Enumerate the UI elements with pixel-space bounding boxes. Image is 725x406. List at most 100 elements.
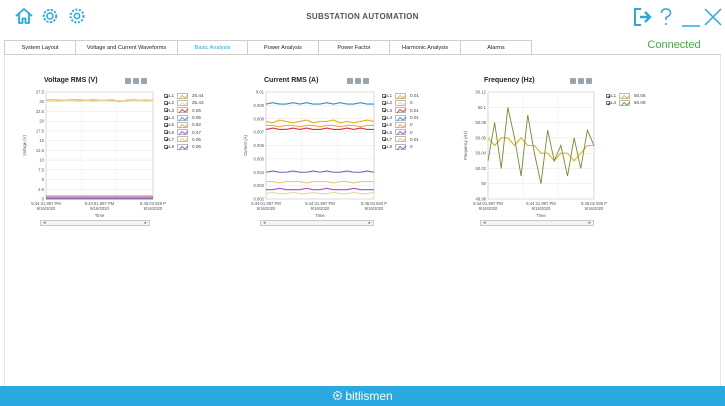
- legend-item[interactable]: L1 25.44: [164, 92, 216, 99]
- legend-swatch-icon: [177, 107, 189, 114]
- y-tick-label: 0.003: [254, 183, 265, 188]
- chart-scrollbar[interactable]: ◂ ▸: [480, 220, 594, 226]
- legend-item[interactable]: L4 0.05: [164, 114, 216, 121]
- legend-swatch-icon: [177, 129, 189, 136]
- close-icon[interactable]: [702, 6, 724, 28]
- y-tick-label: 50.08: [476, 120, 487, 125]
- x-tick-label: 9/16/2020: [585, 206, 604, 211]
- y-tick-label: 0.009: [254, 103, 265, 108]
- legend-item[interactable]: L6 0.47: [164, 128, 216, 136]
- legend-value: 0.01: [410, 136, 419, 142]
- legend-swatch-icon: [177, 136, 189, 143]
- y-tick-label: 5: [42, 177, 45, 182]
- legend-swatch-icon: [177, 143, 189, 151]
- tab-voltage-current-waveforms[interactable]: Voltage and Current Waveforms: [75, 40, 178, 55]
- x-axis-label: Time: [95, 213, 105, 218]
- legend-item[interactable]: L2 0: [382, 99, 434, 107]
- legend-item[interactable]: L7 0.01: [382, 136, 434, 143]
- legend-item[interactable]: L7 0.05: [164, 136, 216, 143]
- chart-legend: L1 50.05 L4 50.05: [606, 92, 658, 107]
- legend-item[interactable]: L5 0: [382, 121, 434, 129]
- legend-checkbox[interactable]: [164, 100, 168, 105]
- legend-checkbox[interactable]: [164, 108, 168, 113]
- legend-item[interactable]: L8 0.06: [164, 143, 216, 151]
- minimize-icon[interactable]: [680, 6, 702, 28]
- legend-label: L3: [387, 107, 393, 113]
- tab-basic-analysis[interactable]: Basic Analysis: [177, 40, 248, 55]
- tab-power-factor[interactable]: Power Factor: [318, 40, 390, 55]
- legend-item[interactable]: L8 0: [382, 143, 434, 151]
- x-tick-label: 9/16/2020: [257, 206, 276, 211]
- chart-legend: L1 0.01 L2 0 L3 0.01 L4 0.01 L5 0 L6 0 L7 0.01 L8 0: [382, 92, 434, 151]
- y-tick-label: 7.5: [38, 167, 44, 172]
- legend-item[interactable]: L3 0.01: [382, 107, 434, 114]
- legend-checkbox[interactable]: [606, 100, 610, 105]
- legend-item[interactable]: L3 0.06: [164, 107, 216, 114]
- legend-item[interactable]: L4 0.01: [382, 114, 434, 121]
- legend-label: L4: [387, 115, 393, 121]
- legend-checkbox[interactable]: [164, 144, 168, 149]
- y-tick-label: 0.007: [254, 130, 265, 135]
- scroll-left-icon[interactable]: ◂: [43, 221, 46, 226]
- scroll-right-icon[interactable]: ▸: [368, 221, 371, 226]
- voltage-rms-chart: Voltage RMS (V) 27.5 25 22.5 20 17.5 15 12.5 10 7…: [12, 77, 212, 232]
- legend-label: L8: [387, 144, 393, 150]
- tab-bar: System Layout Voltage and Current Wavefo…: [4, 40, 532, 55]
- legend-value: 25.44: [192, 93, 204, 99]
- legend-checkbox[interactable]: [164, 122, 168, 127]
- legend-label: L1: [611, 93, 617, 99]
- logout-icon[interactable]: [632, 6, 654, 28]
- legend-checkbox[interactable]: [382, 144, 386, 149]
- legend-checkbox[interactable]: [382, 100, 386, 105]
- legend-checkbox[interactable]: [164, 137, 168, 142]
- legend-swatch-icon: [395, 114, 407, 121]
- legend-checkbox[interactable]: [164, 115, 168, 120]
- y-tick-label: 15: [39, 138, 44, 143]
- legend-item[interactable]: L1 50.05: [606, 92, 658, 99]
- tab-alarms[interactable]: Alarms: [460, 40, 532, 55]
- y-tick-label: 22.5: [36, 109, 45, 114]
- legend-value: 50.05: [634, 100, 646, 106]
- legend-value: 25.43: [192, 100, 204, 106]
- x-tick-label: 9/16/2020: [365, 206, 384, 211]
- x-tick-label: 9/16/2020: [90, 206, 109, 211]
- legend-value: 0.06: [192, 107, 201, 113]
- legend-swatch-icon: [395, 143, 407, 151]
- legend-checkbox[interactable]: [164, 93, 168, 98]
- chart-scrollbar[interactable]: ◂ ▸: [40, 220, 150, 226]
- legend-checkbox[interactable]: [382, 122, 386, 127]
- legend-checkbox[interactable]: [382, 108, 386, 113]
- legend-checkbox[interactable]: [606, 93, 610, 98]
- tab-power-analysis[interactable]: Power Analysis: [247, 40, 319, 55]
- help-icon[interactable]: [655, 6, 677, 28]
- scroll-right-icon[interactable]: ▸: [588, 221, 591, 226]
- legend-label: L1: [169, 93, 175, 99]
- tab-system-layout[interactable]: System Layout: [4, 40, 76, 55]
- legend-checkbox[interactable]: [382, 115, 386, 120]
- scroll-right-icon[interactable]: ▸: [144, 221, 147, 226]
- y-axis-label: Current (A): [243, 135, 248, 156]
- legend-checkbox[interactable]: [382, 93, 386, 98]
- legend-label: L6: [169, 129, 175, 135]
- scroll-left-icon[interactable]: ◂: [483, 221, 486, 226]
- chart-scrollbar[interactable]: ◂ ▸: [260, 220, 374, 226]
- chart-legend: L1 25.44 L2 25.43 L3 0.06 L4 0.05 L5 0.82 L6 0.47 L7…: [164, 92, 216, 151]
- legend-item[interactable]: L1 0.01: [382, 92, 434, 99]
- tab-harmonic-analysis[interactable]: Harmonic Analysis: [389, 40, 461, 55]
- scroll-left-icon[interactable]: ◂: [263, 221, 266, 226]
- y-tick-label: 12.5: [36, 148, 45, 153]
- y-tick-label: 0.005: [254, 156, 265, 161]
- y-tick-label: 0.01: [256, 90, 265, 95]
- legend-label: L6: [387, 129, 393, 135]
- x-tick-label: 9/16/2020: [311, 206, 330, 211]
- legend-item[interactable]: L2 25.43: [164, 99, 216, 107]
- legend-checkbox[interactable]: [382, 130, 386, 135]
- y-tick-label: 50.04: [476, 151, 487, 156]
- legend-item[interactable]: L5 0.82: [164, 121, 216, 129]
- legend-checkbox[interactable]: [164, 130, 168, 135]
- legend-label: L5: [387, 122, 393, 128]
- legend-item[interactable]: L4 50.05: [606, 99, 658, 107]
- y-tick-label: 50.1: [478, 105, 487, 110]
- legend-item[interactable]: L6 0: [382, 128, 434, 136]
- legend-checkbox[interactable]: [382, 137, 386, 142]
